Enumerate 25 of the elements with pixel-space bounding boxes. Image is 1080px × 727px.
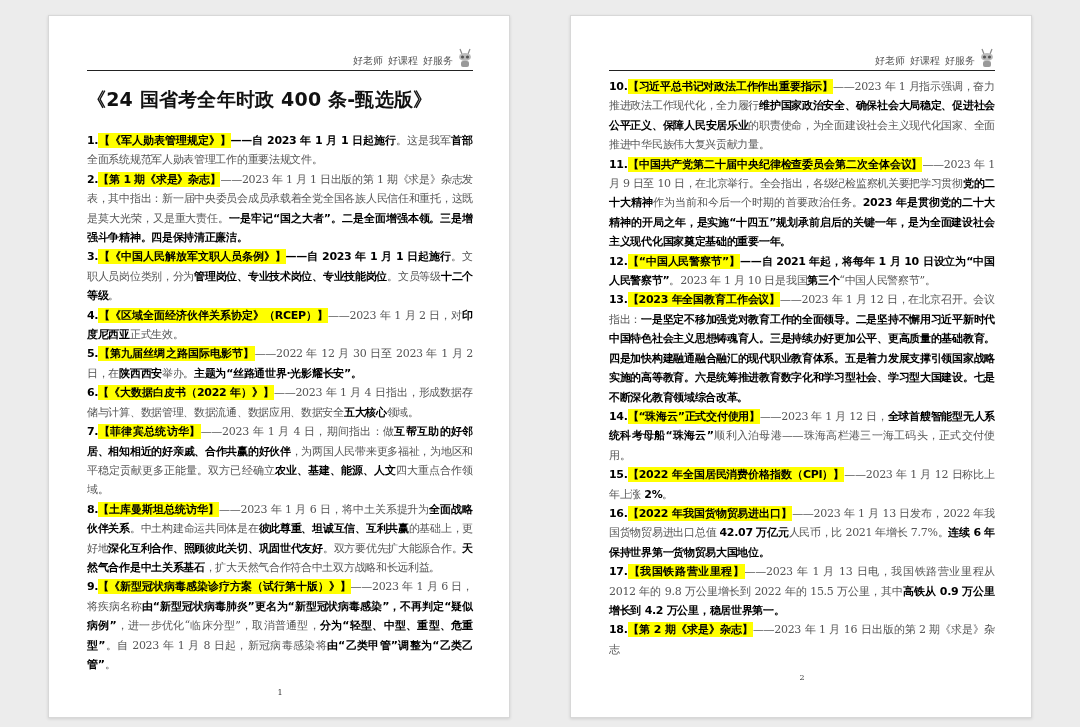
- news-item: 17.【我国铁路营业里程】——2023 年 1 月 13 日电，我国铁路营业里程从 2012 年的 9.8 万公里增长到 2022 年的 15.5 万公里，其中高铁从 0.9 万公里增长到 4.2 万公里，稳居世界第一。: [609, 563, 995, 619]
- news-item: 9.【《新型冠状病毒感染诊疗方案（试行第十版）》】——2023 年 1 月 6 日，将疾病名称由“新型冠状病毒肺炎”更名为“新型冠状病毒感染”，不再判定“疑似病例”，进一步优化“临床分型”，取消普通型，分为“轻型、中型、重型、危重型”。自 2023 年 1 月 8 日起，新冠病毒感染将由“乙类甲管”调整为“乙类乙管”。: [87, 578, 473, 673]
- news-item: 3.【《中国人民解放军文职人员条例》】——自 2023 年 1 月 1 日起施行。文职人员岗位类别，分为管理岗位、专业技术岗位、专业技能岗位。文员等级十二个等级。: [87, 248, 473, 305]
- news-item: 1.【《军人勋表管理规定》】——自 2023 年 1 月 1 日起施行。这是我军首部全面系统规范军人勋表管理工作的重要法规文件。: [87, 132, 473, 169]
- mascot-icon: [979, 48, 995, 68]
- news-item: 4.【《区域全面经济伙伴关系协定》（RCEP）】——2023 年 1 月 2 日，对印度尼西亚正式生效。: [87, 306, 473, 344]
- news-item: 8.【土库曼斯坦总统访华】——2023 年 1 月 6 日，将中土关系提升为全面战略伙伴关系。中土构建命运共同体是在彼此尊重、坦诚互信、互利共赢的基础上，更好地深化互利合作、照顾彼此关切、巩固世代友好。双方要优先扩大能源合作。天然气合作是中土关系基石，扩大天然气合作符合中土双方战略和长远利益。: [87, 500, 473, 576]
- news-item: 7.【菲律宾总统访华】——2023 年 1 月 4 日，期间指出：做互帮互助的好邻居、相知相近的好亲戚、合作共赢的好伙伴，为两国人民带来更多福祉，为地区和平稳定贡献更多正能量。双方已经确立农业、基建、能源、人文四大重点合作领域。: [87, 423, 473, 499]
- news-item: 12.【“中国人民警察节”】——自 2021 年起，将每年 1 月 10 日设立为“中国人民警察节”。2023 年 1 月 10 日是我国第三个“中国人民警察节”。: [609, 252, 995, 290]
- mascot-icon: [457, 48, 473, 68]
- news-item: 16.【2022 年我国货物贸易进出口】——2023 年 1 月 13 日发布，2022 年我国货物贸易进出口总值 42.07 万亿元人民币，比 2021 年增长 7.7%。连续 6 年保持世界第一货物贸易大国地位。: [609, 504, 995, 561]
- news-item: 13.【2023 年全国教育工作会议】——2023 年 1 月 12 日，在北京召开。会议指出：一是坚定不移加强党对教育工作的全面领导。二是坚持不懈用习近平新时代中国特色社会主义思想铸魂育人。三是持续办好更加公平、更高质量的基础教育。四是加快构建融通融合融汇的现代职业教育体系。五是着力发展支撑引领国家战略实施的高等教育。六是统筹推进教育数字化和学习型社会、学习型大国建设。七是不断深化教育领域综合改革。: [609, 291, 995, 406]
- page-header: 好老师 好课程 好服务: [874, 54, 975, 68]
- news-item: 10.【习近平总书记对政法工作作出重要指示】——2023 年 1 月指示强调，奋力推进政法工作现代化，全力履行维护国家政治安全、确保社会大局稳定、促进社会公平正义、保障人民安居乐业的职责使命，为全面建设社会主义现代化国家、全面推进中华民族伟大复兴贡献力量。: [609, 78, 995, 154]
- document-title: 《24 国省考全年时政 400 条-甄选版》: [87, 87, 434, 112]
- news-item: 18.【第 2 期《求是》杂志】——2023 年 1 月 16 日出版的第 2 期《求是》杂志: [609, 621, 995, 658]
- page-header: 好老师 好课程 好服务: [352, 54, 453, 68]
- page-number: 2: [799, 673, 805, 683]
- news-item: 15.【2022 年全国居民消费价格指数（CPI）】——2023 年 1 月 12 日称比上年上涨 2%。: [609, 466, 995, 503]
- news-item: 5.【第九届丝绸之路国际电影节】——2022 年 12 月 30 日至 2023 年 1 月 2 日，在陕西西安举办。主题为“丝路通世界·光影耀长安”。: [87, 345, 473, 382]
- news-item: 6.【《大数据白皮书（2022 年）》】——2023 年 1 月 4 日指出，形成数据存储与计算、数据管理、数据流通、数据应用、数据安全五大核心领域。: [87, 384, 473, 421]
- news-item: 14.【“珠海云”正式交付使用】——2023 年 1 月 12 日，全球首艘智能型无人系统科考母船“珠海云”顺利入泊母港——珠海高栏港三一海工码头，正式交付使用。: [609, 407, 995, 464]
- news-item: 11.【中国共产党第二十届中央纪律检查委员会第二次全体会议】——2023 年 1 月 9 日至 10 日，在北京举行。全会指出，各级纪检监察机关要把学习贯彻党的二十大精神作为当前和今后一个时期的首要政治任务。2023 年是贯彻党的二十大精神的开局之年，是实施“十四五”规划承前启后的关键一年，是为全面建设社会主义现代化国家奠定基础的重要一年。: [609, 155, 995, 251]
- page-number: 1: [277, 688, 283, 698]
- news-item: 2.【第 1 期《求是》杂志】——2023 年 1 月 1 日出版的第 1 期《求是》杂志发表，其中指出：新一届中央委员会成员承载着全党全国各族人民信任和重托，这既是莫大光荣，又是重大责任。一是牢记“国之大者”。二是全面增强本领。三是增强斗争精神。四是保持清正廉洁。: [87, 170, 473, 247]
